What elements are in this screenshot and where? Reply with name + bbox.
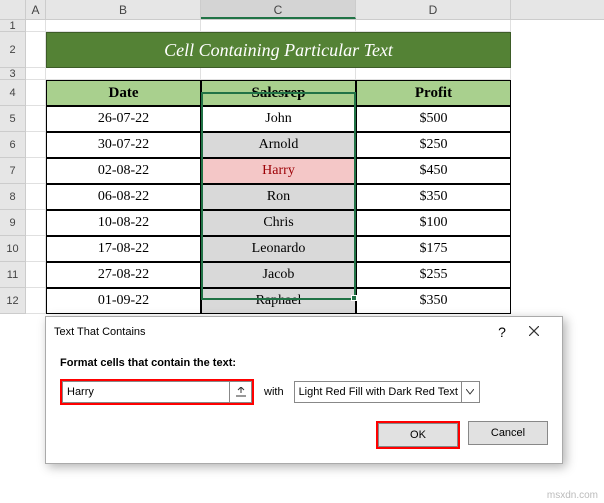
header-salesrep[interactable]: Salesrep [201,80,356,106]
header-date[interactable]: Date [46,80,201,106]
cell-date[interactable]: 02-08-22 [46,158,201,184]
column-header-row: A B C D [0,0,604,20]
cell-profit[interactable]: $350 [356,288,511,314]
range-select-icon[interactable] [230,381,252,403]
contains-text-input[interactable] [62,381,230,403]
col-header-c[interactable]: C [201,0,356,19]
row-header-9[interactable]: 9 [0,210,26,236]
cell-profit[interactable]: $250 [356,132,511,158]
page-title[interactable]: Cell Containing Particular Text [46,32,511,68]
chevron-down-icon[interactable] [461,382,479,402]
cell-rep[interactable]: Jacob [201,262,356,288]
cell-profit[interactable]: $350 [356,184,511,210]
row-header-1[interactable]: 1 [0,20,26,32]
row-header-2[interactable]: 2 [0,32,26,68]
row-headers: 1 2 3 4 5 6 7 8 9 10 11 12 [0,20,26,314]
cell-date[interactable]: 26-07-22 [46,106,201,132]
row-header-12[interactable]: 12 [0,288,26,314]
cell-profit[interactable]: $100 [356,210,511,236]
cell-rep[interactable]: Leonardo [201,236,356,262]
with-label: with [264,386,284,398]
cell-rep[interactable]: John [201,106,356,132]
cell-profit[interactable]: $175 [356,236,511,262]
row-header-10[interactable]: 10 [0,236,26,262]
cell-date[interactable]: 30-07-22 [46,132,201,158]
watermark: msxdn.com [547,490,598,501]
col-header-d[interactable]: D [356,0,511,19]
row-header-11[interactable]: 11 [0,262,26,288]
cell-rep[interactable]: Chris [201,210,356,236]
dialog-title: Text That Contains [54,326,490,338]
cell-rep-highlighted[interactable]: Harry [201,158,356,184]
col-header-b[interactable]: B [46,0,201,19]
close-icon[interactable] [514,326,554,339]
format-option-label: Light Red Fill with Dark Red Text [295,386,461,398]
format-select[interactable]: Light Red Fill with Dark Red Text [294,381,480,403]
row-header-4[interactable]: 4 [0,80,26,106]
cell-profit[interactable]: $255 [356,262,511,288]
cell-date[interactable]: 10-08-22 [46,210,201,236]
cell-date[interactable]: 06-08-22 [46,184,201,210]
row-header-3[interactable]: 3 [0,68,26,80]
ok-button[interactable]: OK [378,423,458,447]
row-header-6[interactable]: 6 [0,132,26,158]
cell-date[interactable]: 27-08-22 [46,262,201,288]
row-header-5[interactable]: 5 [0,106,26,132]
cell-profit[interactable]: $500 [356,106,511,132]
cell-rep[interactable]: Arnold [201,132,356,158]
col-header-a[interactable]: A [26,0,46,19]
text-contains-dialog: Text That Contains ? Format cells that c… [45,316,563,464]
cell-rep[interactable]: Ron [201,184,356,210]
row-header-7[interactable]: 7 [0,158,26,184]
row-header-8[interactable]: 8 [0,184,26,210]
cell-date[interactable]: 01-09-22 [46,288,201,314]
cell-rep[interactable]: Raphael [201,288,356,314]
dialog-titlebar[interactable]: Text That Contains ? [46,317,562,347]
dialog-instruction: Format cells that contain the text: [60,357,548,369]
select-all-corner[interactable] [0,0,26,19]
cancel-button[interactable]: Cancel [468,421,548,445]
help-icon[interactable]: ? [490,324,514,340]
cell-profit[interactable]: $450 [356,158,511,184]
cell-date[interactable]: 17-08-22 [46,236,201,262]
header-profit[interactable]: Profit [356,80,511,106]
